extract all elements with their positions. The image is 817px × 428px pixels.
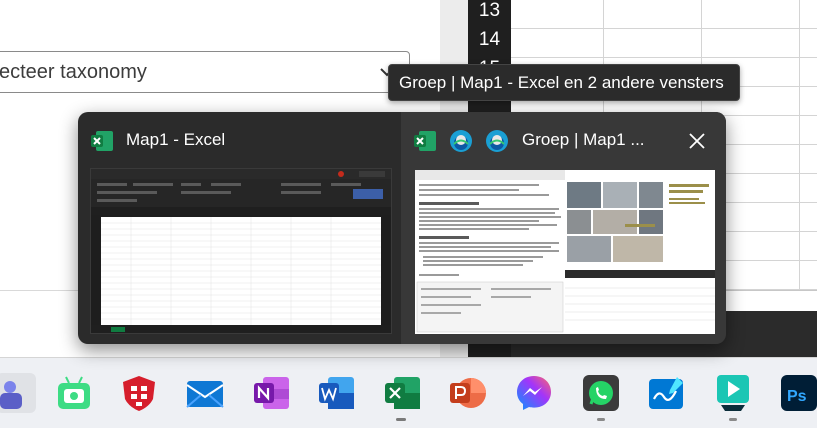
taxonomy-select[interactable]: ecteer taxonomy (0, 51, 410, 93)
excel-window-preview (91, 169, 391, 333)
mail-icon[interactable] (185, 373, 225, 413)
whiteboard-icon[interactable] (647, 373, 687, 413)
taxonomy-select-value: ecteer taxonomy (0, 61, 147, 83)
whatsapp-running-indicator (597, 418, 605, 421)
thumbnail-preview (415, 170, 715, 334)
svg-text:Ps: Ps (787, 388, 807, 405)
onenote-icon[interactable] (251, 373, 291, 413)
powerpoint-icon[interactable] (447, 373, 487, 413)
filmora-icon[interactable] (713, 373, 753, 413)
excel-icon[interactable] (382, 373, 422, 413)
group-windows-preview (415, 170, 715, 334)
photoshop-icon[interactable]: Ps (779, 373, 817, 413)
filmora-running-indicator (729, 418, 737, 421)
row-number: 14 (478, 29, 501, 50)
thumbnail-preview (90, 168, 392, 334)
thumbnail-groep-map1[interactable]: Groep | Map1 ... (401, 112, 726, 344)
excel-running-indicator (396, 418, 406, 421)
excel-icon (414, 131, 436, 151)
row-number: 13 (478, 0, 501, 21)
teams-icon[interactable] (0, 373, 36, 413)
taskbar: Ps (0, 357, 817, 428)
android-icon[interactable] (54, 373, 94, 413)
edge-icon (486, 130, 508, 152)
excel-icon (91, 131, 113, 151)
edge-icon (450, 130, 472, 152)
thumbnail-map1-excel[interactable]: Map1 - Excel (78, 112, 400, 344)
thumbnail-title: Groep | Map1 ... (522, 130, 645, 149)
taskbar-thumbnail-flyout: Map1 - Excel Groep | Map1 ... (78, 112, 726, 344)
close-icon[interactable] (686, 130, 708, 152)
messenger-icon[interactable] (514, 373, 554, 413)
fortinet-icon[interactable] (119, 373, 159, 413)
whatsapp-icon[interactable] (581, 373, 621, 413)
word-icon[interactable] (316, 373, 356, 413)
thumbnail-title: Map1 - Excel (126, 130, 226, 149)
taskbar-tooltip: Groep | Map1 - Excel en 2 andere venster… (388, 64, 740, 101)
